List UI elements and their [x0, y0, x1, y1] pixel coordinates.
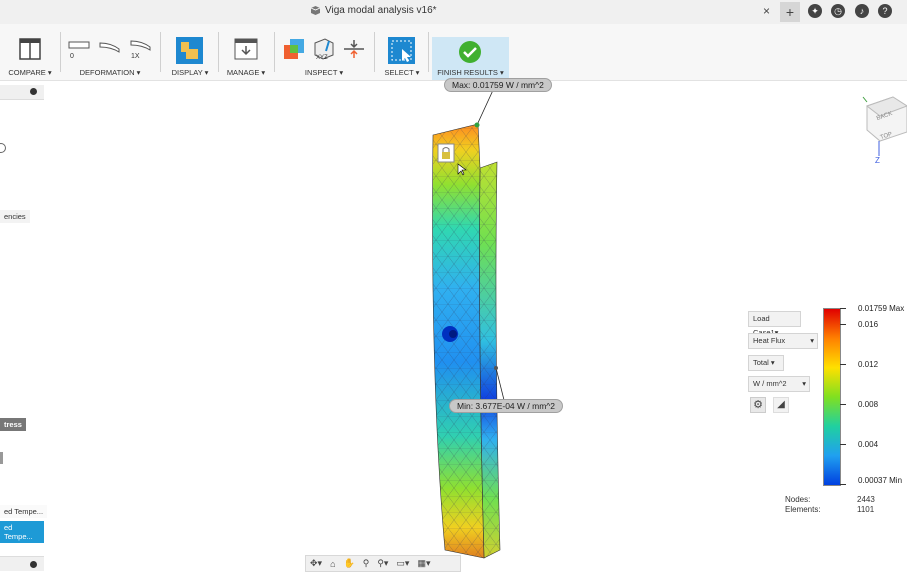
- document-icon: [310, 6, 321, 15]
- beam-front-mesh: [432, 124, 484, 558]
- legend-range-icon[interactable]: ◢: [773, 397, 789, 413]
- probe-xyz-label: XYZ: [316, 55, 328, 61]
- chevron-down-icon: ▾: [810, 336, 814, 345]
- manage-group[interactable]: MANAGE ▾: [222, 24, 270, 80]
- checkmark-icon: [459, 41, 481, 63]
- separator: [160, 32, 161, 72]
- nodes-value: 2443: [857, 495, 875, 504]
- bottom-panel-header[interactable]: [0, 556, 44, 571]
- constraint-lock-icon: [437, 143, 455, 163]
- compare-icon: [19, 38, 41, 60]
- deformation-none-icon: [68, 41, 90, 49]
- result-type-value: Heat Flux: [753, 336, 786, 345]
- expand-toggle-icon[interactable]: [0, 143, 6, 153]
- display-icon: [176, 37, 203, 64]
- deformation-actual-icon: [130, 40, 151, 51]
- legend-tick: 0.012: [858, 360, 879, 369]
- deformation-label: DEFORMATION ▾: [79, 68, 141, 77]
- legend-tick-min: 0.00037 Min: [858, 476, 903, 485]
- model-viewport[interactable]: [400, 80, 530, 570]
- select-group[interactable]: SELECT ▾: [378, 24, 426, 80]
- nodes-label: Nodes:: [785, 495, 811, 504]
- ribbon-toolbar: COMPARE ▾ 0 1X DEFORMATION ▾ DISPLAY ▾ M…: [0, 24, 907, 81]
- finish-results-button[interactable]: FINISH RESULTS ▾: [432, 37, 509, 80]
- legend-tick-marks: [840, 308, 846, 486]
- extensions-icon[interactable]: ✦: [808, 4, 822, 18]
- elements-label: Elements:: [785, 505, 821, 514]
- job-status-icon[interactable]: ◷: [831, 4, 845, 18]
- separator: [274, 32, 275, 72]
- sidebar-item-frequencies[interactable]: encies: [0, 210, 30, 223]
- display-group[interactable]: DISPLAY ▾: [166, 24, 214, 80]
- compare-label: COMPARE ▾: [8, 68, 52, 77]
- inspect-group[interactable]: XYZ INSPECT ▾: [278, 24, 370, 80]
- compare-group[interactable]: COMPARE ▾: [4, 24, 56, 80]
- display-label: DISPLAY ▾: [171, 68, 209, 77]
- notifications-icon[interactable]: ♪: [855, 4, 869, 18]
- unit-value: W / mm^2: [753, 379, 787, 388]
- legend-tick-max: 0.01759 Max: [858, 304, 905, 313]
- title-bar: Viga modal analysis v16* × + ✦ ◷ ♪ ?: [0, 0, 907, 25]
- legend-settings-gear-icon[interactable]: ⚙: [750, 397, 766, 413]
- window-title: Viga modal analysis v16*: [310, 5, 437, 16]
- new-tab-button[interactable]: +: [780, 2, 800, 22]
- look-at-icon[interactable]: ⌂: [330, 559, 335, 569]
- window-title-text: Viga modal analysis v16*: [325, 5, 437, 16]
- inspect-label: INSPECT ▾: [304, 68, 344, 77]
- viewcube[interactable]: BACK TOP Z: [858, 94, 907, 166]
- sidebar-item-temperature[interactable]: ed Tempe...: [0, 505, 48, 518]
- min-leader-line: [495, 367, 505, 401]
- section-analysis-icon: [344, 40, 364, 58]
- unit-dropdown[interactable]: W / mm^2 ▾: [748, 376, 810, 392]
- legend-tick: 0.008: [858, 400, 879, 409]
- orbit-icon[interactable]: ✥▾: [310, 558, 322, 569]
- finish-results-label: FINISH RESULTS ▾: [437, 68, 504, 77]
- display-settings-icon[interactable]: ▭▾: [396, 558, 409, 569]
- show-results-icon: [284, 39, 304, 59]
- axis-z-label: Z: [875, 156, 880, 165]
- zoom-icon[interactable]: ⚲: [363, 558, 370, 569]
- legend-color-bar: [823, 308, 841, 486]
- select-icon: [388, 37, 415, 64]
- max-point-marker: [474, 122, 480, 128]
- component-dropdown[interactable]: Total ▾: [748, 355, 784, 371]
- max-value-callout: Max: 0.01759 W / mm^2: [444, 78, 552, 92]
- load-case-dropdown[interactable]: Load Case1▾: [748, 311, 801, 337]
- load-marker-core: [449, 330, 457, 338]
- max-leader-line: [476, 87, 495, 126]
- legend-tick: 0.004: [858, 440, 879, 449]
- sidebar-item-temperature-selected[interactable]: ed Tempe...: [0, 521, 44, 543]
- legend-tick: 0.016: [858, 320, 879, 329]
- deformation-adjusted-icon: [99, 42, 120, 53]
- separator: [428, 32, 429, 72]
- separator: [374, 32, 375, 72]
- deformation-group[interactable]: 0 1X DEFORMATION ▾: [64, 24, 156, 80]
- result-type-dropdown[interactable]: Heat Flux ▾: [748, 333, 818, 349]
- deform-actual-label: 1X: [131, 53, 140, 60]
- results-legend: Load Case1▾ Heat Flux ▾ Total ▾ W / mm^2…: [745, 304, 905, 528]
- manage-label: MANAGE ▾: [226, 68, 266, 77]
- browser-panel-header[interactable]: [0, 85, 44, 100]
- collapse-panel-icon[interactable]: [30, 88, 37, 95]
- navigation-bar: ✥▾ ⌂ ✋ ⚲ ⚲▾ ▭▾ ▦▾: [305, 555, 461, 572]
- min-value-callout: Min: 3.677E-04 W / mm^2: [449, 399, 563, 413]
- separator: [60, 32, 61, 72]
- sidebar-tick: [0, 452, 3, 464]
- chevron-down-icon: ▾: [802, 379, 806, 388]
- collapse-panel-icon[interactable]: [30, 561, 37, 568]
- separator: [218, 32, 219, 72]
- fit-icon[interactable]: ⚲▾: [377, 558, 388, 569]
- manage-icon: [234, 38, 258, 60]
- help-icon[interactable]: ?: [878, 4, 892, 18]
- select-label: SELECT ▾: [384, 68, 420, 77]
- pan-hand-icon[interactable]: ✋: [344, 558, 355, 569]
- sidebar-item-stress[interactable]: tress: [0, 418, 26, 431]
- deform-zero-label: 0: [70, 53, 74, 60]
- min-point-marker: [494, 366, 498, 370]
- close-tab-button[interactable]: ×: [763, 4, 770, 18]
- grid-settings-icon[interactable]: ▦▾: [417, 558, 430, 569]
- elements-value: 1101: [857, 505, 875, 514]
